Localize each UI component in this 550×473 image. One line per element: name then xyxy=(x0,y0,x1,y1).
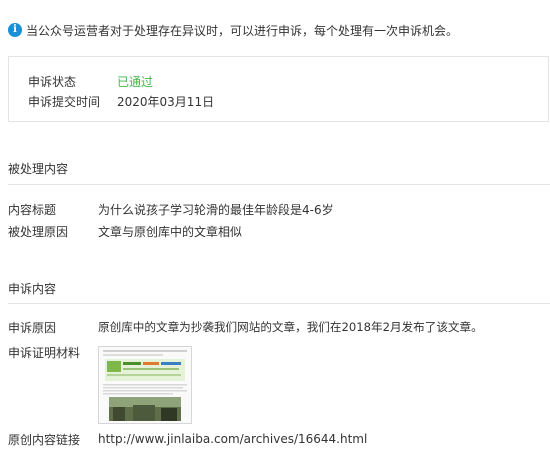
submit-time-row: 申诉提交时间 2020年03月11日 xyxy=(28,92,214,110)
content-title-row: 内容标题 为什么说孩子学习轮滑的最佳年龄段是4-6岁 xyxy=(8,200,334,218)
processed-reason-label: 被处理原因 xyxy=(8,224,69,239)
appeal-reason-label: 申诉原因 xyxy=(8,320,57,335)
status-label: 申诉状态 xyxy=(28,74,77,89)
status-row: 申诉状态 已通过 xyxy=(28,72,153,90)
submit-time-value: 2020年03月11日 xyxy=(117,94,215,109)
content-title-value: 为什么说孩子学习轮滑的最佳年龄段是4-6岁 xyxy=(98,202,334,217)
original-link-label: 原创内容链接 xyxy=(8,432,81,447)
processed-reason-value: 文章与原创库中的文章相似 xyxy=(98,224,243,239)
processed-section-title: 被处理内容 xyxy=(8,162,69,176)
appeal-notice: i 当公众号运营者对于处理存在异议时，可以进行申诉，每个处理有一次申诉机会。 xyxy=(8,22,458,38)
status-badge: 已通过 xyxy=(117,74,154,89)
appeal-reason-value: 原创库中的文章为抄袭我们网站的文章，我们在2018年2月发布了该文章。 xyxy=(98,320,483,334)
appeal-section-title: 申诉内容 xyxy=(8,282,57,296)
original-link-row: 原创内容链接 http://www.jinlaiba.com/archives/… xyxy=(8,430,367,448)
section-divider xyxy=(8,303,550,304)
notice-text: 当公众号运营者对于处理存在异议时，可以进行申诉，每个处理有一次申诉机会。 xyxy=(26,23,459,38)
submit-time-label: 申诉提交时间 xyxy=(28,94,101,109)
evidence-image-thumbnail[interactable] xyxy=(98,346,192,424)
evidence-screenshot-image xyxy=(99,347,191,423)
evidence-label: 申诉证明材料 xyxy=(8,345,81,360)
appeal-reason-row: 申诉原因 原创库中的文章为抄袭我们网站的文章，我们在2018年2月发布了该文章。 xyxy=(8,318,483,336)
section-divider xyxy=(8,184,550,185)
content-title-label: 内容标题 xyxy=(8,202,57,217)
info-icon: i xyxy=(8,23,22,37)
processed-reason-row: 被处理原因 文章与原创库中的文章相似 xyxy=(8,222,242,240)
original-content-link[interactable]: http://www.jinlaiba.com/archives/16644.h… xyxy=(98,432,367,446)
evidence-row: 申诉证明材料 xyxy=(8,343,98,361)
appeal-status-panel: 申诉状态 已通过 申诉提交时间 2020年03月11日 xyxy=(8,56,549,122)
